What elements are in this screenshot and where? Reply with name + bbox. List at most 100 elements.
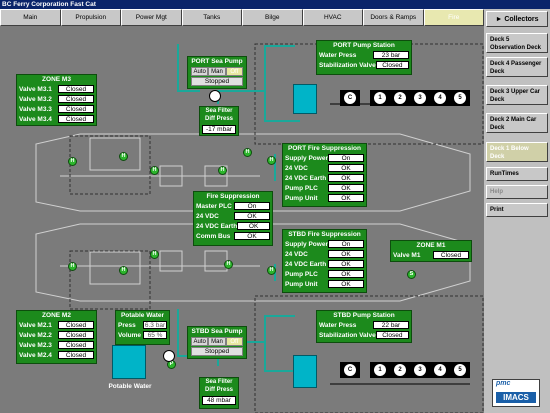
- hydrant-icon[interactable]: H: [119, 152, 128, 161]
- stbd-pump-station-title: STBD Pump Station: [333, 312, 395, 319]
- stbd-pump-c[interactable]: C: [340, 362, 360, 378]
- valve-m2-3-status[interactable]: Closed: [58, 341, 94, 349]
- port-off-button[interactable]: Off: [225, 67, 243, 76]
- port-pump-station-panel: PORT Pump Station Water Press 23 bar Stab…: [316, 40, 412, 75]
- tab-hvac[interactable]: HVAC: [302, 9, 363, 26]
- port-pump-2[interactable]: 2: [390, 90, 410, 106]
- potable-volume: 65 %: [143, 331, 167, 339]
- fire-suppression-panel: Fire Suppression Master PLC On 24 VDC OK 2…: [193, 191, 273, 246]
- hydrant-icon[interactable]: H: [68, 157, 77, 166]
- runtimes-button[interactable]: RunTimes: [486, 167, 548, 181]
- port-sea-pump-state: Stopped: [191, 77, 243, 86]
- port-24vdc-earth: OK: [328, 174, 364, 182]
- port-pump-1[interactable]: 1: [370, 90, 390, 106]
- valve-m3-4-status[interactable]: Closed: [58, 115, 94, 123]
- valve-m3-1-status[interactable]: Closed: [58, 85, 94, 93]
- stbd-water-press: 22 bar: [373, 321, 409, 329]
- port-sea-pump-icon[interactable]: [209, 90, 221, 102]
- stbd-fire-suppression-title: STBD Fire Suppression: [288, 231, 361, 238]
- tab-doors-ramps[interactable]: Doors & Ramps: [363, 9, 424, 26]
- port-filter-value: -17 mbar: [202, 125, 236, 134]
- hydrant-icon[interactable]: H: [150, 250, 159, 259]
- valve-m3-2-status[interactable]: Closed: [58, 95, 94, 103]
- hydrant-icon[interactable]: H: [267, 266, 276, 275]
- hydrant-icon[interactable]: H: [243, 148, 252, 157]
- port-pump-plc: OK: [328, 184, 364, 192]
- hydrant-icon[interactable]: H: [150, 166, 159, 175]
- hydrant-icon[interactable]: H: [267, 156, 276, 165]
- valve-m1-status[interactable]: Closed: [433, 251, 469, 259]
- valve-m3-3-status[interactable]: Closed: [58, 105, 94, 113]
- stbd-pump-4[interactable]: 4: [430, 362, 450, 378]
- port-auto-button[interactable]: Auto: [191, 67, 209, 76]
- hydrant-icon[interactable]: H: [218, 166, 227, 175]
- port-sea-tank: [293, 84, 317, 114]
- fire-suppression-title: Fire Suppression: [206, 193, 260, 200]
- sidebar-item-deck1[interactable]: Deck 1 Below Deck: [486, 142, 548, 162]
- port-pump-3[interactable]: 3: [410, 90, 430, 106]
- zone-m1-title: ZONE M1: [416, 242, 446, 249]
- master-24vdc: OK: [234, 212, 270, 220]
- port-pump-c[interactable]: C: [340, 90, 360, 106]
- stbd-sea-tank: [293, 355, 317, 388]
- potable-water-label: Potable Water: [108, 383, 152, 390]
- sidebar-item-deck4[interactable]: Deck 4 Passenger Deck: [486, 57, 548, 77]
- stbd-pump-3[interactable]: 3: [410, 362, 430, 378]
- port-stabilization-valve[interactable]: Closed: [375, 61, 409, 69]
- sidebar-item-deck3[interactable]: Deck 3 Upper Car Deck: [486, 85, 548, 105]
- stbd-stabilization-valve[interactable]: Closed: [375, 331, 409, 339]
- stbd-pump-1[interactable]: 1: [370, 362, 390, 378]
- potable-water-panel: Potable Water Press 6.3 bar Volume 65 %: [115, 310, 170, 345]
- stbd-24vdc-earth: OK: [328, 260, 364, 268]
- tab-main[interactable]: Main: [0, 9, 61, 26]
- stbd-sea-pump-icon[interactable]: [163, 350, 175, 362]
- zone-m1-panel: ZONE M1 Valve M1 Closed: [390, 240, 472, 262]
- port-fire-suppression-title: PORT Fire Suppression: [288, 145, 361, 152]
- stbd-pump-station-panel: STBD Pump Station Water Press 22 bar Stab…: [316, 310, 412, 343]
- tab-tanks[interactable]: Tanks: [181, 9, 242, 26]
- valve-m2-2-status[interactable]: Closed: [58, 331, 94, 339]
- port-pump-5[interactable]: 5: [450, 90, 470, 106]
- help-button[interactable]: Help: [486, 185, 548, 199]
- tab-propulsion[interactable]: Propulsion: [60, 9, 121, 26]
- pmc-imacs-logo: pmc IMACS: [492, 379, 540, 407]
- valve-m2-1-status[interactable]: Closed: [58, 321, 94, 329]
- potable-water-tank: [112, 345, 146, 379]
- collectors-header[interactable]: ► Collectors: [486, 11, 548, 27]
- stbd-supply-power: On: [328, 240, 364, 248]
- zone-m2-panel: ZONE M2 Valve M2.1 Closed Valve M2.2 Close…: [16, 310, 97, 364]
- port-man-button[interactable]: Man: [208, 67, 226, 76]
- stbd-fire-suppression-panel: STBD Fire Suppression Supply Power On 24 …: [282, 229, 367, 293]
- stbd-off-button[interactable]: Off: [225, 337, 243, 346]
- master-comm-bus: OK: [234, 232, 270, 240]
- stbd-24vdc: OK: [328, 250, 364, 258]
- stbd-man-button[interactable]: Man: [208, 337, 226, 346]
- stbd-pump-5[interactable]: 5: [450, 362, 470, 378]
- port-24vdc: OK: [328, 164, 364, 172]
- potable-water-title: Potable Water: [120, 312, 165, 319]
- tab-fire[interactable]: Fire: [423, 9, 484, 26]
- master-24vdc-earth: OK: [237, 222, 270, 230]
- stbd-sea-pump-panel: STBD Sea Pump Auto Man Off Stopped: [187, 326, 247, 359]
- tab-bilge[interactable]: Bilge: [242, 9, 303, 26]
- tab-power-mgt[interactable]: Power Mgt: [121, 9, 182, 26]
- port-supply-power: On: [328, 154, 364, 162]
- stbd-auto-button[interactable]: Auto: [191, 337, 209, 346]
- hydrant-icon[interactable]: H: [119, 266, 128, 275]
- sprinkler-icon[interactable]: S: [407, 270, 416, 279]
- print-button[interactable]: Print: [486, 203, 548, 217]
- sidebar-item-deck5[interactable]: Deck 5 Observation Deck: [486, 33, 548, 53]
- stbd-filter-value: 48 mbar: [202, 396, 236, 405]
- zone-m3-title: ZONE M3: [42, 76, 71, 83]
- port-pump-unit: OK: [328, 194, 364, 202]
- chevron-right-icon: ►: [495, 16, 505, 23]
- sidebar-item-deck2[interactable]: Deck 2 Main Car Deck: [486, 113, 548, 133]
- valve-m2-4-status[interactable]: Closed: [58, 351, 94, 359]
- hydrant-icon[interactable]: H: [224, 260, 233, 269]
- stbd-pump-plc: OK: [328, 270, 364, 278]
- stbd-pump-2[interactable]: 2: [390, 362, 410, 378]
- sidebar: ► Collectors Deck 5 Observation Deck Dec…: [484, 9, 550, 413]
- hydrant-icon[interactable]: H: [68, 262, 77, 271]
- port-pump-4[interactable]: 4: [430, 90, 450, 106]
- zone-m3-panel: ZONE M3 Valve M3.1 Closed Valve M3.2 Close…: [16, 74, 97, 126]
